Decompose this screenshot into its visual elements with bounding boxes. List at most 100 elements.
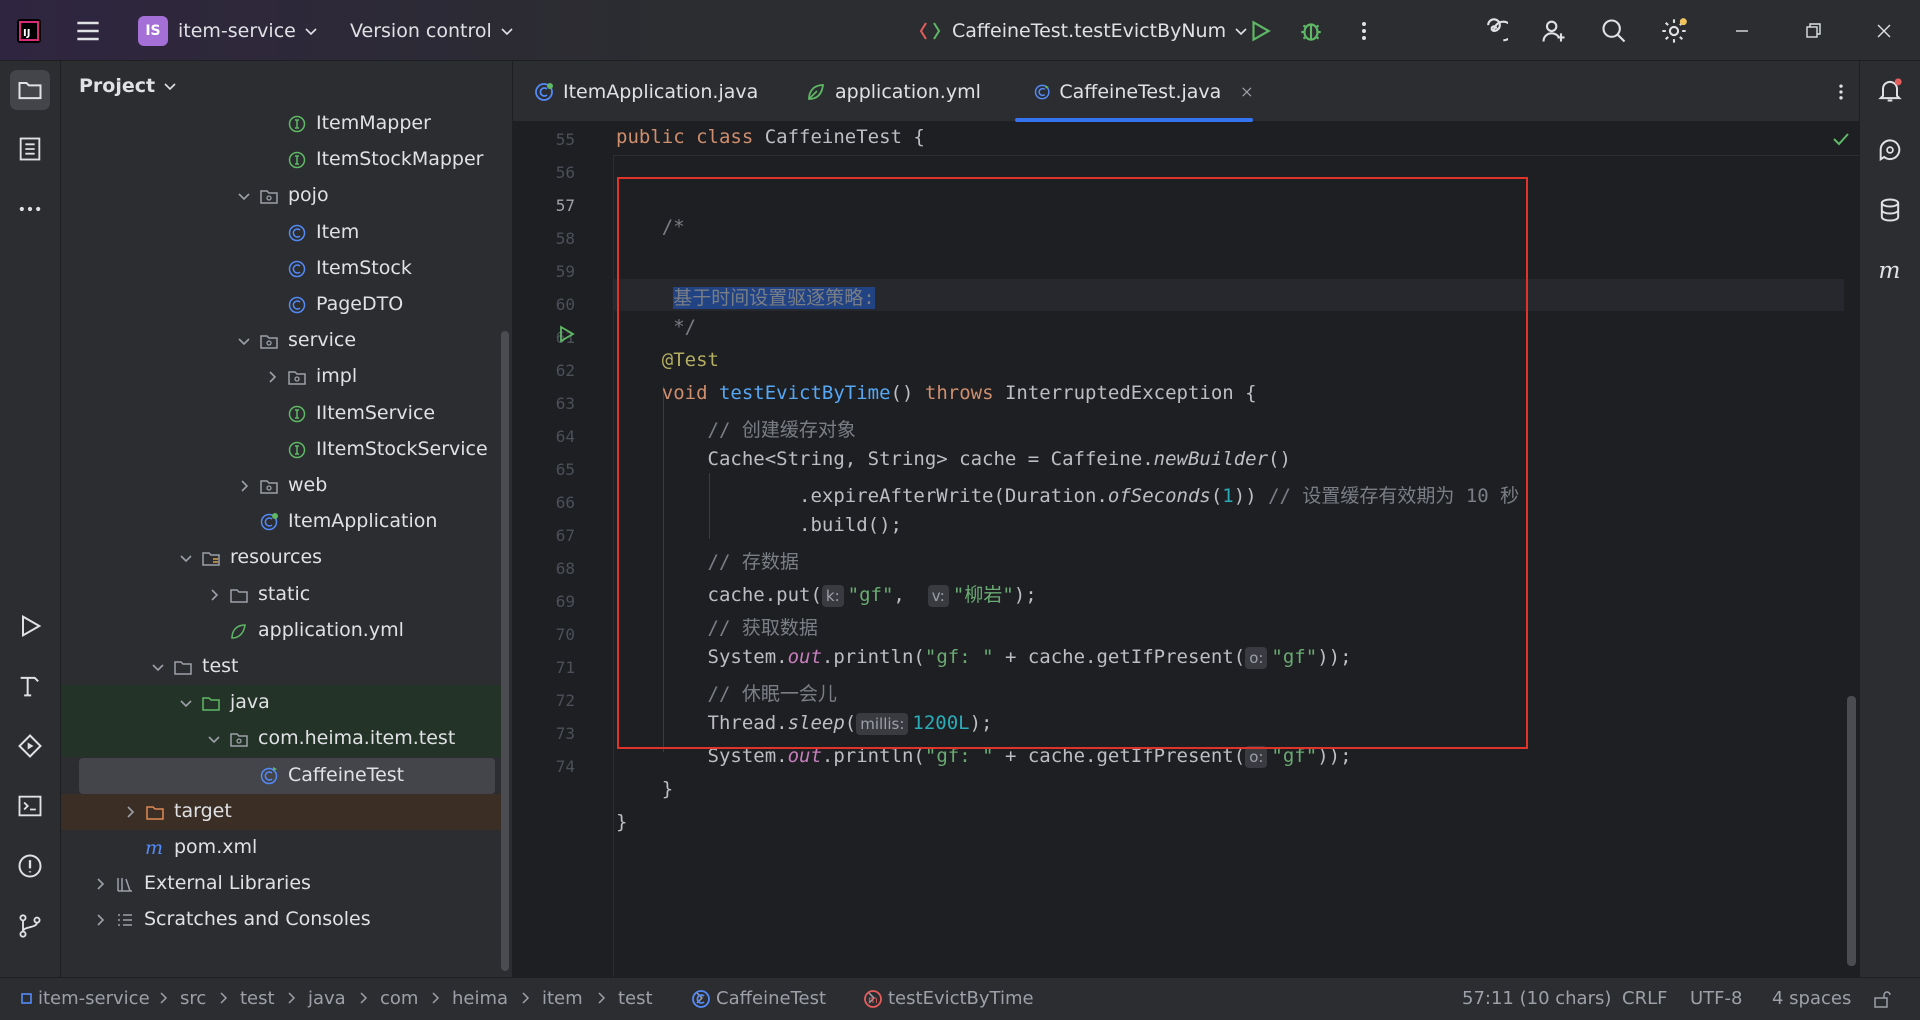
file-encoding[interactable]: UTF-8: [1690, 988, 1742, 1009]
vcs-menu[interactable]: Version control: [350, 0, 514, 61]
app-logo[interactable]: IJ: [14, 0, 44, 61]
run-config-selector[interactable]: CaffeineTest.testEvictByNum: [918, 0, 1248, 61]
package-icon: [260, 335, 278, 349]
tree-item[interactable]: application.yml: [61, 613, 501, 649]
close-window-button[interactable]: [1874, 0, 1894, 61]
sticky-header: 9 public class CaffeineTest {: [513, 122, 1859, 156]
close-tab-icon[interactable]: [1241, 85, 1253, 99]
tree-item[interactable]: java: [61, 685, 501, 722]
breadcrumb-separator: [218, 988, 230, 1008]
tab-options-button[interactable]: [1831, 61, 1851, 122]
chevron-down-icon: [164, 83, 176, 91]
tree-item[interactable]: test: [61, 649, 501, 685]
breadcrumb-item[interactable]: heima: [452, 988, 508, 1009]
breadcrumb-item[interactable]: src: [180, 988, 206, 1009]
main-menu-icon[interactable]: [72, 0, 104, 61]
breadcrumb-item[interactable]: item: [542, 988, 583, 1009]
run-button[interactable]: [1247, 0, 1273, 61]
build-tool-button[interactable]: [10, 666, 50, 706]
tab-caffeine-test[interactable]: CaffeineTest.java: [1015, 61, 1253, 122]
chevron-down-icon[interactable]: [177, 694, 195, 712]
chevron-down-icon[interactable]: [149, 658, 167, 676]
tree-item[interactable]: External Libraries: [61, 866, 501, 902]
more-actions-button[interactable]: [1352, 0, 1376, 61]
tree-item[interactable]: m pom.xml: [61, 830, 501, 866]
problems-tool-button[interactable]: [10, 846, 50, 886]
project-scrollbar[interactable]: [501, 331, 509, 971]
tree-item[interactable]: IItemService: [61, 396, 501, 432]
chevron-right-icon[interactable]: [235, 477, 253, 495]
tree-item[interactable]: com.heima.item.test: [61, 721, 501, 758]
tree-item[interactable]: IItemStockService: [61, 432, 501, 468]
chevron-down-icon[interactable]: [235, 187, 253, 205]
tree-item[interactable]: web: [61, 468, 501, 504]
structure-tool-button[interactable]: [10, 129, 50, 169]
services-tool-button[interactable]: [10, 726, 50, 766]
tree-item[interactable]: CaffeineTest: [79, 757, 495, 794]
chevron-right-icon[interactable]: [121, 803, 139, 821]
chevron-right-icon[interactable]: [91, 911, 109, 929]
tree-item[interactable]: ItemMapper: [61, 106, 501, 142]
search-button[interactable]: [1600, 0, 1628, 61]
debug-button[interactable]: [1298, 0, 1324, 61]
tree-item[interactable]: resources: [61, 540, 501, 576]
chevron-right-icon[interactable]: [205, 586, 223, 604]
tab-label: ItemApplication.java: [563, 80, 759, 103]
chevron-down-icon[interactable]: [177, 549, 195, 567]
breadcrumb-item[interactable]: java: [308, 988, 346, 1009]
restore-button[interactable]: [1803, 0, 1823, 61]
tree-item[interactable]: static: [61, 577, 501, 613]
editor-scrollbar[interactable]: [1847, 696, 1856, 966]
ai-assistant-button[interactable]: [1480, 0, 1508, 61]
settings-button[interactable]: [1660, 0, 1688, 61]
tree-item[interactable]: PageDTO: [61, 287, 501, 323]
package-icon: [260, 480, 278, 494]
notifications-button[interactable]: [1870, 70, 1910, 110]
tab-application-yml[interactable]: application.yml: [805, 61, 981, 122]
branch-icon: [19, 914, 41, 938]
ai-chat-button[interactable]: [1870, 130, 1910, 170]
tree-item[interactable]: Item: [61, 215, 501, 251]
run-test-gutter-icon[interactable]: [557, 324, 577, 344]
sticky-code: public class CaffeineTest {: [616, 126, 925, 148]
git-tool-button[interactable]: [10, 906, 50, 946]
breadcrumb-item[interactable]: CaffeineTest: [716, 988, 826, 1009]
line-number: 70: [555, 625, 575, 644]
indent-setting[interactable]: 4 spaces: [1772, 988, 1851, 1009]
run-tool-button[interactable]: [10, 606, 50, 646]
tree-item[interactable]: ItemStockMapper: [61, 142, 501, 178]
lock-open-icon[interactable]: [1872, 989, 1892, 1009]
chevron-down-icon[interactable]: [235, 332, 253, 350]
tree-item[interactable]: ItemApplication: [61, 504, 501, 540]
chevron-down-icon[interactable]: [205, 730, 223, 748]
tree-item[interactable]: service: [61, 323, 501, 359]
maven-button[interactable]: m: [1870, 250, 1910, 290]
terminal-tool-button[interactable]: [10, 786, 50, 826]
breadcrumb-item[interactable]: com: [380, 988, 418, 1009]
tree-item-label: External Libraries: [144, 872, 311, 895]
project-switcher[interactable]: IS item-service: [138, 0, 318, 61]
tab-item-application[interactable]: ItemApplication.java: [533, 61, 758, 122]
bug-icon: [1301, 22, 1321, 41]
library-icon: [117, 878, 132, 892]
chevron-right-icon[interactable]: [91, 875, 109, 893]
database-button[interactable]: [1870, 190, 1910, 230]
breadcrumb-item[interactable]: testEvictByTime: [888, 988, 1034, 1009]
breadcrumb-item[interactable]: test: [618, 988, 653, 1009]
more-tools-button[interactable]: [10, 189, 50, 229]
breadcrumb-item[interactable]: test: [240, 988, 275, 1009]
project-tool-button[interactable]: [10, 70, 50, 110]
breadcrumb-item[interactable]: item-service: [38, 988, 150, 1009]
resources-folder-icon: [202, 552, 220, 567]
minimize-button[interactable]: [1732, 0, 1752, 61]
tree-item[interactable]: Scratches and Consoles: [61, 902, 501, 938]
tree-item[interactable]: ItemStock: [61, 251, 501, 287]
line-separator[interactable]: CRLF: [1622, 988, 1667, 1009]
code-with-me-button[interactable]: [1540, 0, 1568, 61]
tree-item[interactable]: target: [61, 793, 501, 830]
caret-position[interactable]: 57:11 (10 chars): [1462, 988, 1611, 1009]
project-panel-header[interactable]: Project: [79, 61, 177, 111]
chevron-right-icon[interactable]: [263, 368, 281, 386]
tree-item[interactable]: pojo: [61, 178, 501, 214]
tree-item[interactable]: impl: [61, 359, 501, 395]
